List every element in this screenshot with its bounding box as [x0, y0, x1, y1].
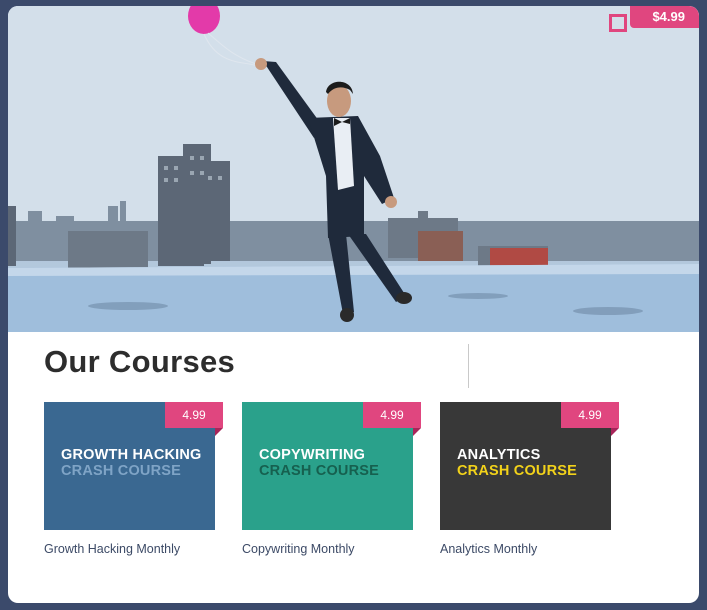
course-thumbnail[interactable]: 4.99 COPYWRITING CRASH COURSE [242, 402, 421, 530]
course-title-line2: CRASH COURSE [457, 463, 578, 479]
course-title-line2: CRASH COURSE [61, 463, 182, 479]
course-thumbnail[interactable]: 4.99 GROWTH HACKING CRASH COURSE [44, 402, 223, 530]
expand-icon[interactable] [609, 14, 627, 32]
course-title-line1: ANALYTICS [457, 447, 541, 463]
course-price-badge: 4.99 [561, 402, 619, 436]
course-name-link[interactable]: Copywriting Monthly [242, 542, 355, 556]
section-title: Our Courses [44, 344, 236, 379]
hero-image[interactable]: $4.99 [8, 6, 699, 332]
course-title-line1: COPYWRITING [259, 447, 366, 463]
course-name-link[interactable]: Analytics Monthly [440, 542, 537, 556]
hero-photo-illustration [8, 6, 699, 332]
course-title-line1: GROWTH HACKING [61, 447, 202, 463]
course-thumbnail[interactable]: 4.99 ANALYTICS CRASH COURSE [440, 402, 619, 530]
course-card: $4.99 Our Courses 4.99 GROWTH HACKING CR… [8, 6, 699, 603]
course-title-line2: CRASH COURSE [259, 463, 380, 479]
course-price-badge: 4.99 [363, 402, 421, 436]
course-item-copywriting: 4.99 COPYWRITING CRASH COURSE Copywritin… [242, 402, 421, 556]
price-badge: $4.99 [630, 6, 699, 28]
course-price-badge: 4.99 [165, 402, 223, 436]
course-item-growth-hacking: 4.99 GROWTH HACKING CRASH COURSE Growth … [44, 402, 223, 556]
course-name-link[interactable]: Growth Hacking Monthly [44, 542, 180, 556]
vertical-divider [468, 344, 469, 388]
course-item-analytics: 4.99 ANALYTICS CRASH COURSE Analytics Mo… [440, 402, 619, 556]
